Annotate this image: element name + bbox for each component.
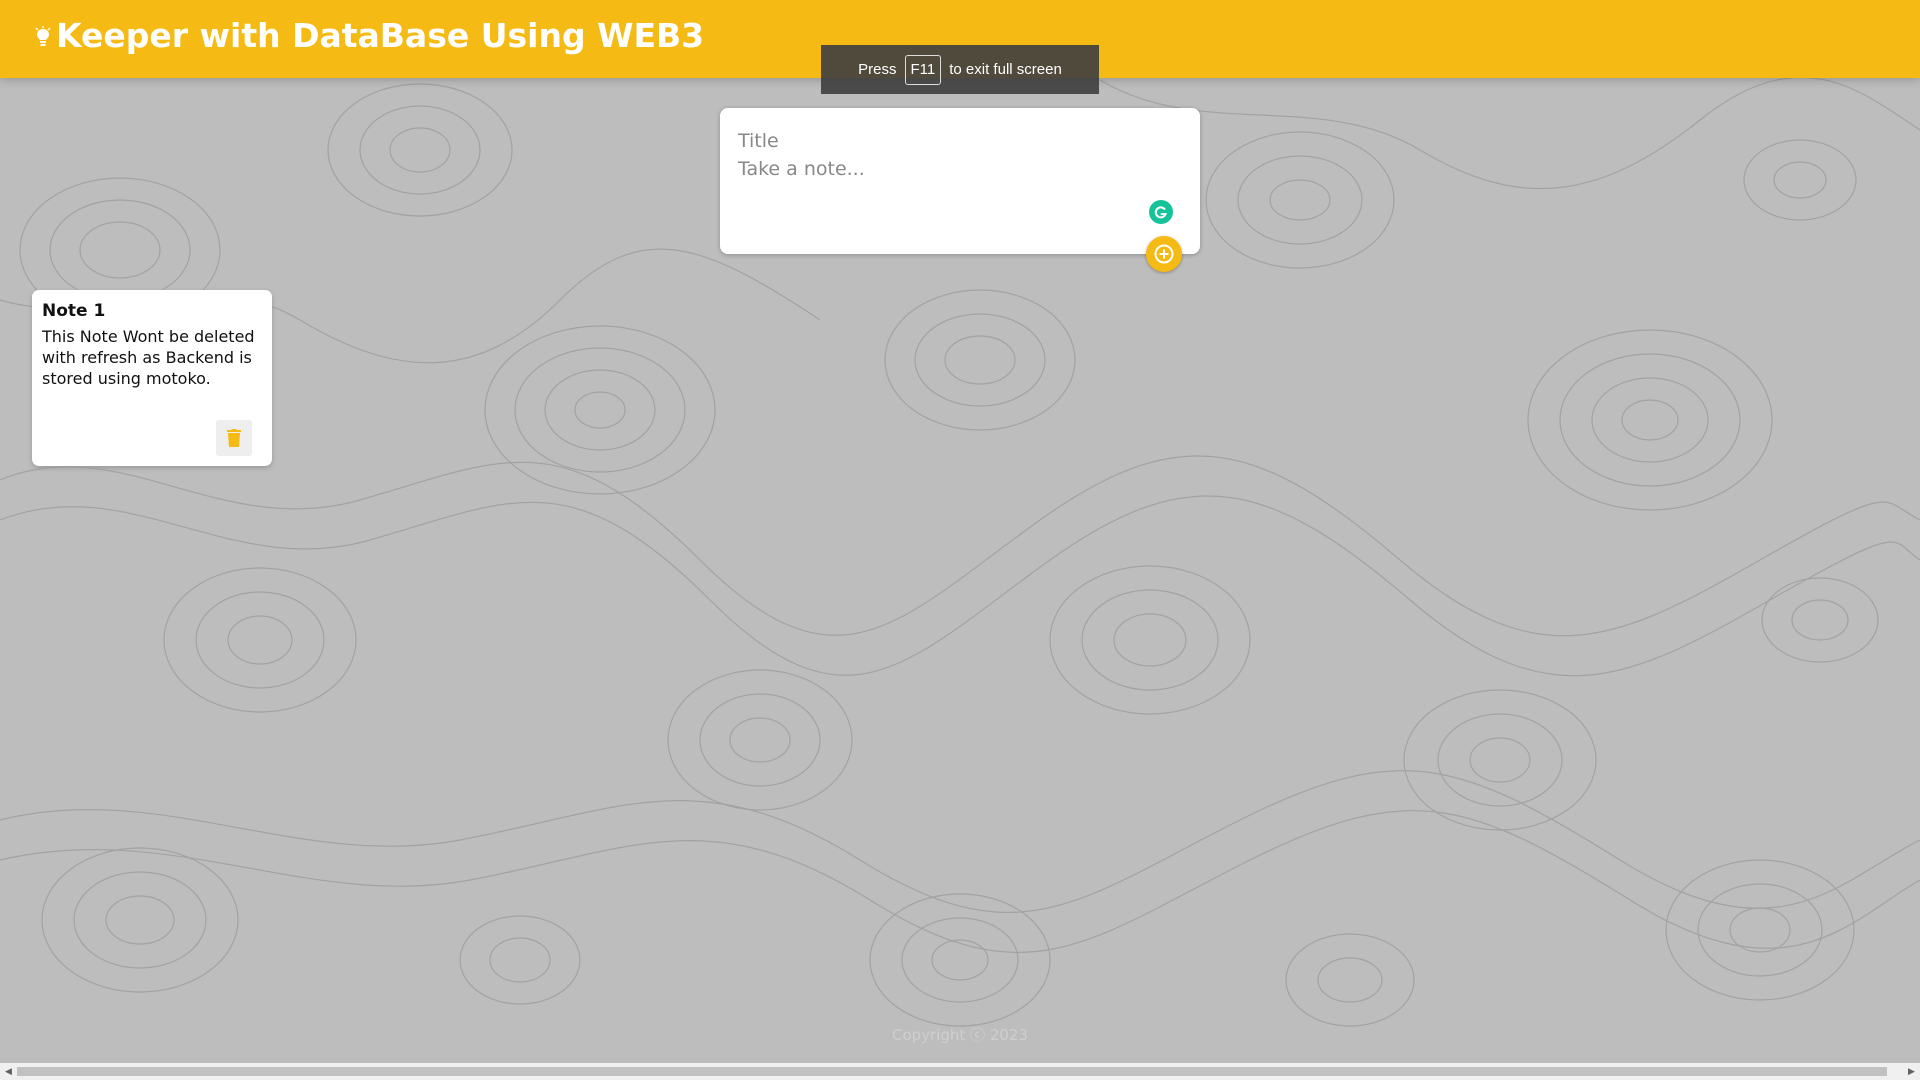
plus-circle-icon <box>1154 244 1174 264</box>
horizontal-scrollbar[interactable]: ◀ ▶ <box>0 1063 1920 1080</box>
add-note-button[interactable] <box>1146 236 1182 272</box>
app-title: Keeper with DataBase Using WEB3 <box>56 16 705 55</box>
delete-note-button[interactable] <box>216 420 252 456</box>
footer: Copyright ⓒ 2023 <box>0 1024 1920 1045</box>
create-note-form <box>720 108 1200 254</box>
lightbulb-icon <box>35 26 51 46</box>
grammarly-icon[interactable] <box>1149 200 1173 224</box>
trash-icon <box>227 429 241 447</box>
note-card: Note 1 This Note Wont be deleted with re… <box>32 290 272 466</box>
scroll-right-arrow-icon[interactable]: ▶ <box>1903 1063 1920 1080</box>
note-title: Note 1 <box>42 301 106 321</box>
fullscreen-exit-text: to exit full screen <box>949 61 1062 78</box>
note-content: This Note Wont be deleted with refresh a… <box>42 327 255 388</box>
scroll-left-arrow-icon[interactable]: ◀ <box>0 1063 17 1080</box>
fullscreen-exit-banner: Press F11 to exit full screen <box>821 45 1099 94</box>
fullscreen-press-text: Press <box>858 61 897 78</box>
f11-key: F11 <box>904 54 942 85</box>
note-content-textarea[interactable] <box>738 158 1158 198</box>
scrollbar-thumb[interactable] <box>17 1067 1887 1076</box>
copyright-text: Copyright ⓒ 2023 <box>891 1026 1028 1044</box>
note-title-input[interactable] <box>738 126 1158 156</box>
